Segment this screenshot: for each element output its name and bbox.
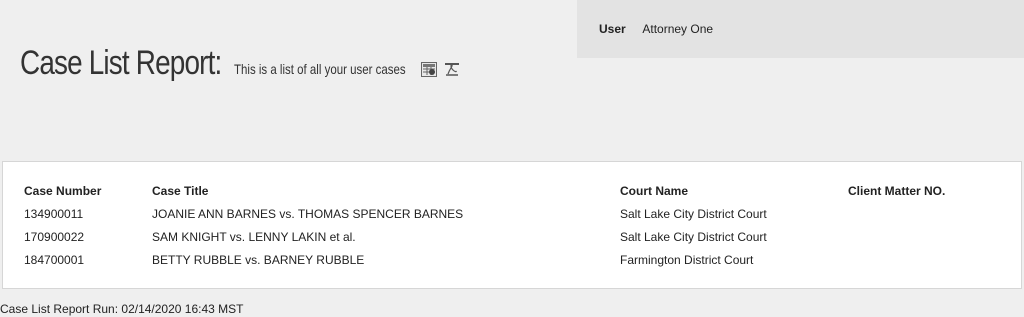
page-subtitle: This is a list of all your user cases (234, 61, 406, 77)
column-header-case-title: Case Title (152, 184, 209, 198)
column-header-client-matter: Client Matter NO. (848, 184, 946, 198)
table-row-case-title: BETTY RUBBLE vs. BARNEY RUBBLE (152, 253, 365, 267)
table-row-case-number: 170900022 (24, 230, 85, 244)
user-name: Attorney One (642, 22, 714, 36)
page: User Attorney One Case List Report: This… (0, 0, 1024, 317)
report-header: Case List Report: This is a list of all … (20, 44, 434, 83)
column-header-court-name: Court Name (620, 184, 689, 198)
export-icons (421, 62, 460, 77)
table-row-court-name: Salt Lake City District Court (620, 230, 767, 244)
case-list-table: Case Number Case Title Court Name Client… (2, 161, 1022, 289)
pdf-export-icon[interactable] (444, 62, 460, 77)
spreadsheet-export-icon[interactable] (421, 62, 437, 77)
user-label: User (599, 22, 626, 36)
table-row-case-number: 134900011 (24, 207, 84, 221)
table-row-case-title: SAM KNIGHT vs. LENNY LAKIN et al. (152, 230, 356, 244)
user-panel: User Attorney One (577, 0, 1024, 58)
report-run-timestamp: Case List Report Run: 02/14/2020 16:43 M… (0, 302, 244, 316)
page-title: Case List Report: (20, 44, 222, 82)
table-row-case-number: 184700001 (24, 253, 85, 267)
table-row-court-name: Salt Lake City District Court (620, 207, 767, 221)
table-row-case-title: JOANIE ANN BARNES vs. THOMAS SPENCER BAR… (152, 207, 464, 221)
table-row-court-name: Farmington District Court (620, 253, 754, 267)
column-header-case-number: Case Number (24, 184, 102, 198)
